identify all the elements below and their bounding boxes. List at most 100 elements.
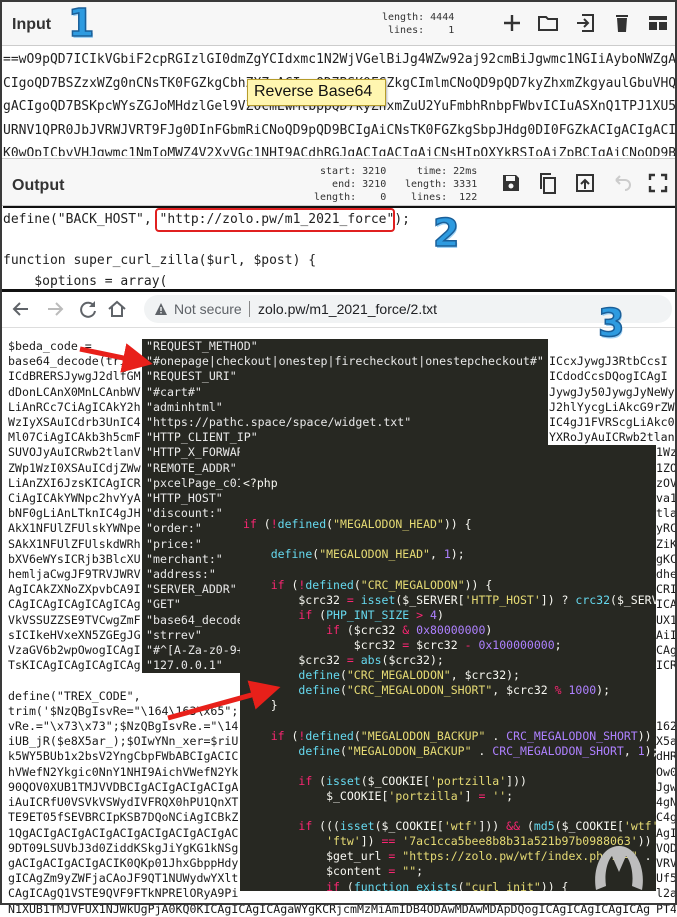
page-line: Ow0 bbox=[656, 764, 676, 779]
page-line: gKC bbox=[656, 551, 676, 566]
input-line: K0wOpICbyVHJgwmc1NmIoMWZ4V2XyVGc1NHI9ACd… bbox=[3, 146, 675, 156]
code-token: CRC_MEGALODON_SHORT bbox=[492, 743, 624, 758]
page-line: VQD bbox=[656, 840, 676, 855]
page-line: 1Wz bbox=[656, 445, 676, 460]
address-bar[interactable]: Not secure zolo.pw/m1_2021_force/2.txt bbox=[144, 295, 672, 323]
php-code-panel: <?php if (!defined("MEGALODON_HEAD")) { … bbox=[240, 445, 656, 891]
code-token: $content bbox=[243, 864, 389, 879]
code-token: 'portzilla' bbox=[429, 773, 507, 788]
code-token: function_exists bbox=[353, 879, 458, 891]
code-token: isset bbox=[360, 592, 396, 607]
code-token: md5 bbox=[533, 819, 555, 834]
code-token: $crc32 bbox=[243, 653, 347, 668]
code-token: if bbox=[326, 879, 340, 891]
code-token: ($_COOKIE[ bbox=[360, 773, 430, 788]
code-line: } bbox=[243, 698, 656, 713]
code-token: "CRC_MEGALODON" bbox=[346, 668, 451, 683]
reverse-base64-tooltip: Reverse Base64 bbox=[247, 79, 386, 106]
forward-icon[interactable] bbox=[44, 298, 66, 320]
page-line: va1 bbox=[656, 491, 676, 506]
url-text[interactable]: zolo.pw/m1_2021_force/2.txt bbox=[258, 301, 437, 317]
code-token: "MEGALODON_BACKUP" bbox=[360, 728, 486, 743]
code-token: "curl_init" bbox=[464, 879, 541, 891]
code-token: ); bbox=[596, 683, 611, 698]
output-stats: time: 22ms length: 3331 lines: 122 bbox=[405, 166, 478, 203]
code-token: ( bbox=[339, 743, 347, 758]
output-header: Output start: 3210 end: 3210 length: 0 t… bbox=[2, 158, 675, 206]
code-token: ( bbox=[284, 577, 299, 592]
code-line: if (((isset($_COOKIE['wtf'])) && (md5($_… bbox=[243, 819, 656, 834]
output-line: $options = array( bbox=[3, 273, 168, 289]
page-line: tla bbox=[656, 506, 676, 521]
home-icon[interactable] bbox=[106, 298, 128, 320]
page-line: ZiK bbox=[656, 536, 676, 551]
sign-in-icon[interactable] bbox=[574, 12, 596, 34]
code-token: if bbox=[270, 577, 285, 592]
plus-icon[interactable] bbox=[501, 12, 523, 34]
code-token: "" bbox=[402, 864, 417, 879]
code-token: CRC_MEGALODON_SHORT bbox=[506, 728, 638, 743]
code-line: define("MEGALODON_BACKUP" . CRC_MEGALODO… bbox=[243, 744, 656, 759]
code-line: $crc32 = $crc32 - 0x100000000; bbox=[243, 638, 656, 653]
code-line: $crc32 = abs($crc32); bbox=[243, 653, 656, 668]
code-token: 0x80000000 bbox=[416, 622, 486, 637]
code-token: )) { bbox=[443, 517, 472, 532]
code-token: "MEGALODON_BACKUP" bbox=[346, 743, 472, 758]
back-icon[interactable] bbox=[10, 298, 32, 320]
code-token: isset bbox=[339, 819, 375, 834]
input-header: Input 1 length: 4444 lines: 1 bbox=[2, 2, 675, 46]
code-token: define bbox=[298, 683, 340, 698]
copy-icon[interactable] bbox=[537, 172, 559, 194]
code-token: $crc32 bbox=[243, 638, 403, 653]
page-text-edge: 1Wz 1ZO zOV va1 tla yRC ZiK gKC dhe CRI ICA UX1 AiI C… bbox=[656, 339, 676, 917]
page-line: N1XUB1TMJVFUX1NJWkUgPjA0KQ0KICAgICAgICAg… bbox=[8, 901, 651, 916]
page-line: 1ZO bbox=[656, 460, 676, 475]
code-token: define bbox=[298, 743, 340, 758]
folder-icon[interactable] bbox=[537, 12, 559, 34]
open-in-input-icon[interactable] bbox=[574, 172, 596, 194]
callout-number-1: 1 bbox=[67, 1, 95, 45]
code-token: , bbox=[429, 547, 444, 562]
code-token: ( bbox=[312, 607, 327, 622]
undo-icon[interactable] bbox=[611, 172, 633, 194]
page-line: yRC bbox=[656, 521, 676, 536]
page-line: 4gN bbox=[656, 795, 676, 810]
code-token: '' bbox=[492, 788, 507, 803]
code-token: if bbox=[326, 622, 340, 637]
fullscreen-icon[interactable] bbox=[647, 172, 669, 194]
code-token: if bbox=[298, 819, 313, 834]
layout-icon[interactable] bbox=[647, 12, 669, 34]
code-token: )) { bbox=[464, 577, 493, 592]
page-line: dHR bbox=[656, 749, 676, 764]
page-line bbox=[656, 369, 676, 384]
code-token: ); bbox=[450, 547, 465, 562]
code-token: ; bbox=[554, 638, 562, 653]
code-token: = bbox=[346, 653, 354, 668]
security-label[interactable]: Not secure bbox=[174, 301, 242, 317]
code-token: 0x100000000 bbox=[478, 638, 555, 653]
code-token: defined bbox=[305, 728, 354, 743]
code-token: defined bbox=[277, 517, 327, 532]
code-token: $crc32 bbox=[243, 592, 347, 607]
reload-icon[interactable] bbox=[77, 298, 99, 320]
callout-number-3: 3 bbox=[597, 301, 625, 345]
code-token: 'portzilla' bbox=[388, 788, 465, 803]
code-token: , bbox=[623, 743, 638, 758]
page-line: Jgw bbox=[656, 779, 676, 794]
code-token: ])) bbox=[478, 819, 507, 834]
save-icon[interactable] bbox=[500, 172, 522, 194]
page-line: l2a bbox=[656, 886, 676, 901]
code-token: } bbox=[243, 698, 278, 713]
trash-icon[interactable] bbox=[611, 12, 633, 34]
code-line: if ($crc32 & 0x80000000) bbox=[243, 623, 656, 638]
page-line bbox=[656, 689, 676, 704]
